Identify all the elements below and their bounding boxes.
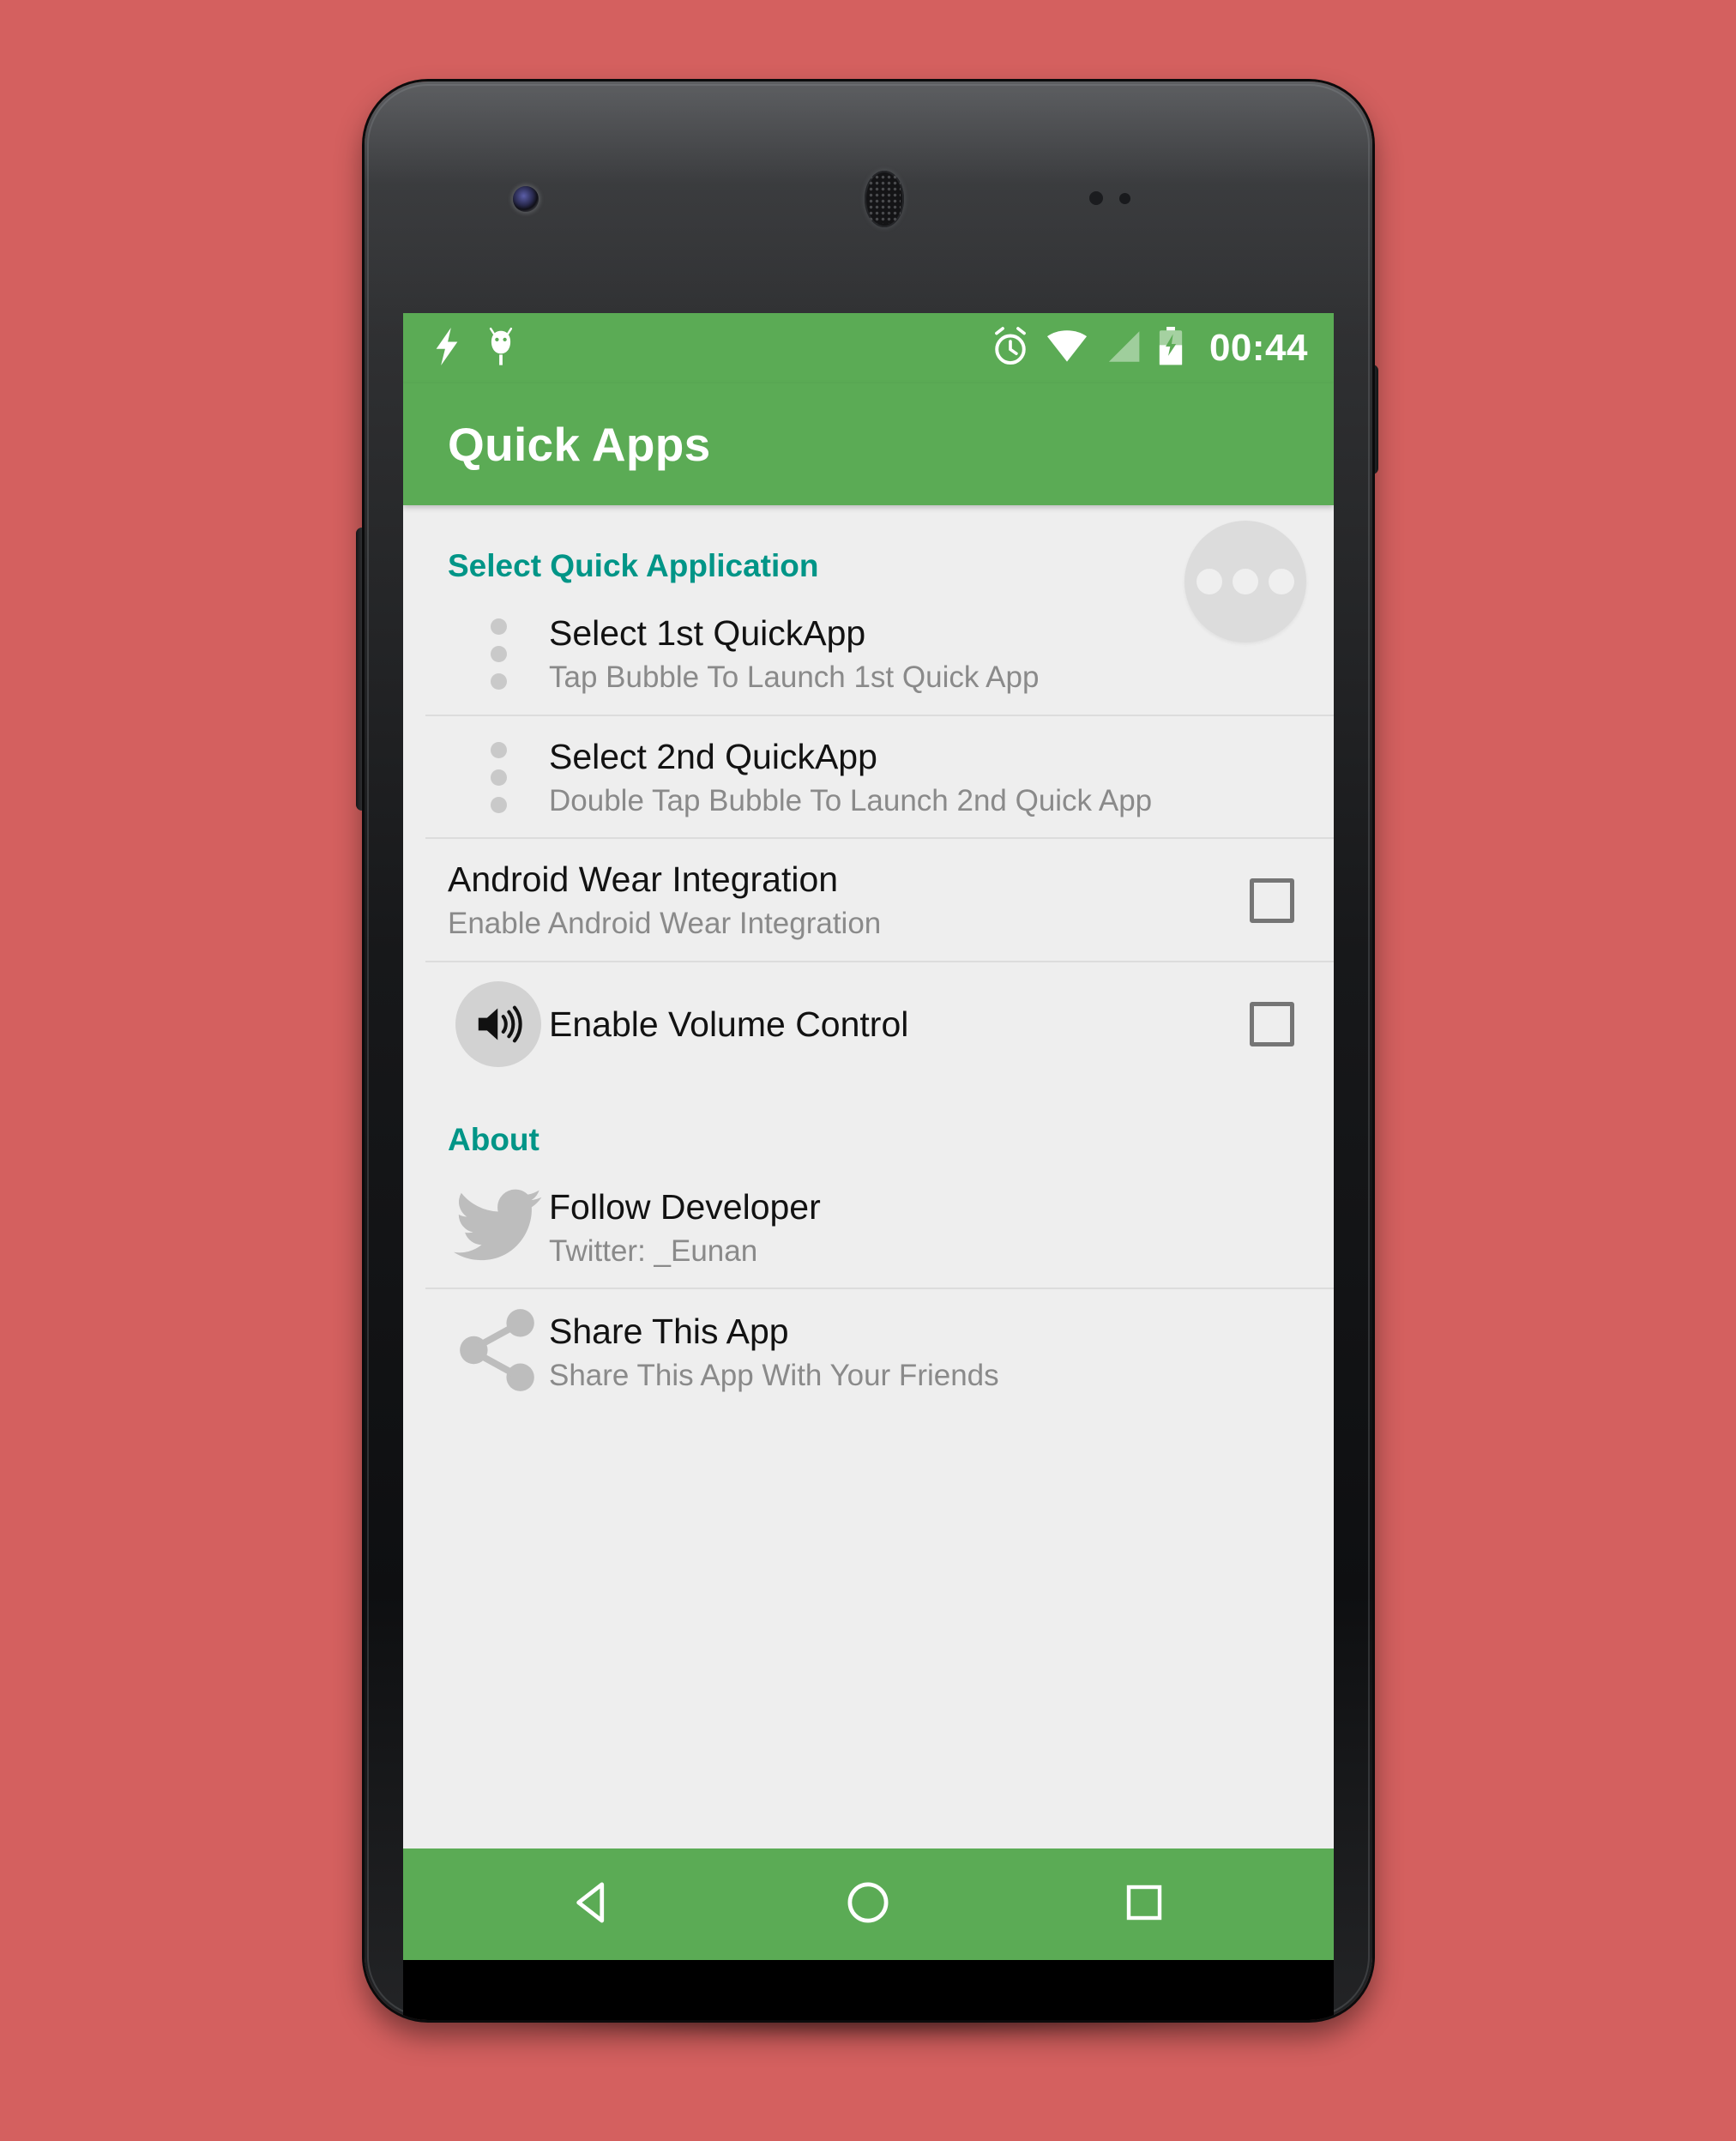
phone-mockup: 00:44 Quick Apps Select Quick Applicatio… (356, 81, 1378, 2072)
earpiece-speaker-icon (865, 171, 904, 227)
cell-signal-icon (1105, 329, 1141, 368)
recents-square-icon (1122, 1880, 1166, 1929)
row-summary: Tap Bubble To Launch 1st Quick App (549, 660, 1040, 695)
dot-2 (490, 646, 507, 663)
bubble-dot-1 (1197, 569, 1222, 594)
dot-3 (490, 796, 507, 813)
phone-body: 00:44 Quick Apps Select Quick Applicatio… (365, 81, 1372, 2020)
row-summary: Double Tap Bubble To Launch 2nd Quick Ap… (549, 783, 1153, 817)
back-triangle-icon (569, 1879, 617, 1931)
row-accessory-slot (1250, 878, 1299, 923)
app-bar: Quick Apps (403, 383, 1334, 505)
row-icon-slot (448, 980, 549, 1067)
section-header-about: About (448, 1121, 539, 1157)
phone-screen: 00:44 Quick Apps Select Quick Applicatio… (403, 313, 1334, 1960)
row-select-2nd-quickapp[interactable]: Select 2nd QuickApp Double Tap Bubble To… (403, 716, 1334, 840)
row-title: Share This App (549, 1311, 789, 1351)
row-follow-developer[interactable]: Follow Developer Twitter: _Eunan (403, 1167, 1334, 1290)
light-sensor-icon (1119, 193, 1130, 204)
bubble-dot-2 (1233, 569, 1258, 594)
row-text-block: Follow Developer Twitter: _Eunan (549, 1185, 1299, 1271)
row-text-block: Android Wear Integration Enable Android … (448, 858, 1238, 944)
wifi-icon (1046, 329, 1088, 368)
row-accessory-slot (1250, 1001, 1299, 1046)
nav-recents-button[interactable] (1080, 1848, 1209, 1960)
row-title: Select 1st QuickApp (549, 613, 866, 653)
home-circle-icon (844, 1879, 892, 1931)
row-text-block: Share This App Share This App With Your … (549, 1310, 1299, 1396)
row-share-this-app[interactable]: Share This App Share This App With Your … (403, 1289, 1334, 1415)
nav-home-button[interactable] (804, 1848, 932, 1960)
status-bar-clock: 00:44 (1209, 327, 1308, 369)
row-summary: Twitter: _Eunan (549, 1233, 758, 1268)
three-dots-vertical-icon (490, 618, 507, 691)
dot-2 (490, 769, 507, 786)
row-icon-slot (448, 1308, 549, 1396)
nav-back-button[interactable] (528, 1848, 657, 1960)
navigation-bar (403, 1848, 1334, 1960)
three-dots-bubble-icon[interactable] (1184, 521, 1306, 642)
alarm-clock-icon (992, 326, 1029, 371)
row-text-block: Enable Volume Control (549, 1003, 1238, 1046)
row-title: Android Wear Integration (448, 859, 839, 900)
row-icon-slot (448, 741, 549, 813)
three-dots-vertical-icon (490, 741, 507, 813)
volume-speaker-icon (455, 980, 541, 1067)
row-text-block: Select 2nd QuickApp Double Tap Bubble To… (549, 735, 1299, 821)
volume-control-checkbox[interactable] (1250, 1001, 1294, 1046)
share-nodes-icon (456, 1308, 540, 1396)
row-icon-slot (448, 1188, 549, 1268)
dot-1 (490, 618, 507, 636)
battery-charging-icon (1158, 326, 1184, 371)
dot-3 (490, 673, 507, 691)
row-summary: Share This App With Your Friends (549, 1358, 999, 1392)
settings-list[interactable]: Select Quick Application Select 1st Quic… (403, 505, 1334, 1848)
status-bar: 00:44 (403, 313, 1334, 383)
row-summary: Enable Android Wear Integration (448, 907, 882, 941)
twitter-bird-icon (454, 1188, 543, 1268)
row-icon-slot (448, 618, 549, 691)
row-android-wear-integration[interactable]: Android Wear Integration Enable Android … (403, 839, 1334, 962)
row-title: Select 2nd QuickApp (549, 736, 877, 776)
proximity-sensor-icon (1089, 191, 1103, 205)
page-title: Quick Apps (448, 418, 711, 471)
status-bar-right-icons: 00:44 (992, 326, 1308, 371)
row-text-block: Select 1st QuickApp Tap Bubble To Launch… (549, 612, 1299, 697)
android-debug-icon (485, 327, 516, 371)
lightning-bolt-icon (432, 327, 461, 370)
screen-bottom-black-area (403, 1960, 1334, 2020)
android-wear-checkbox[interactable] (1250, 878, 1294, 923)
row-enable-volume-control[interactable]: Enable Volume Control (403, 962, 1334, 1086)
row-title: Enable Volume Control (549, 1004, 909, 1044)
dot-1 (490, 741, 507, 758)
status-bar-left-icons (432, 327, 516, 371)
front-camera-icon (513, 186, 539, 212)
row-title: Follow Developer (549, 1186, 821, 1227)
bubble-dot-3 (1269, 569, 1294, 594)
